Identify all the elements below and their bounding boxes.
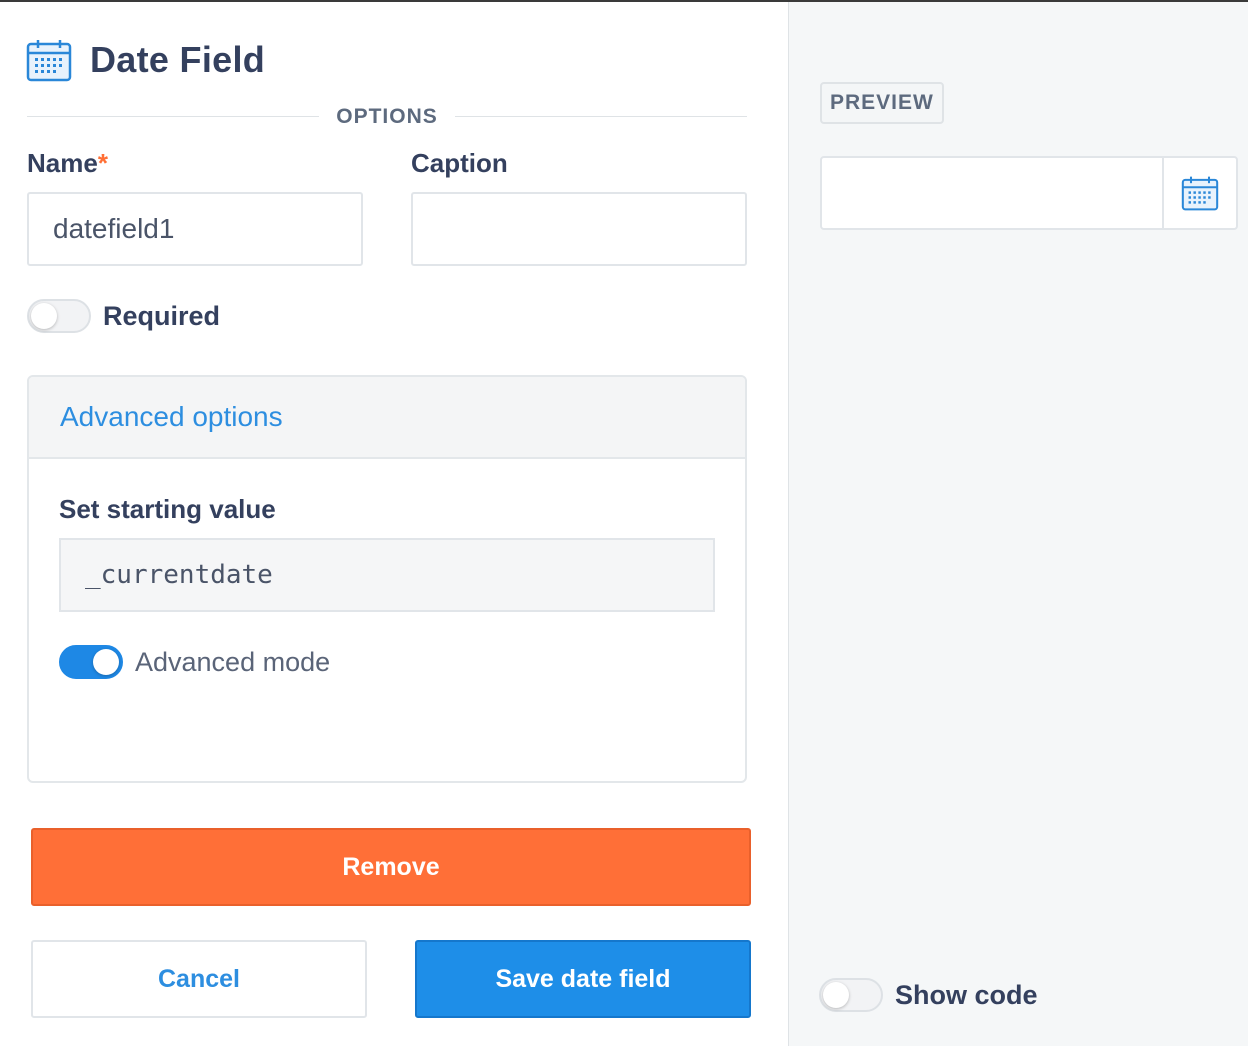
panel-header: Date Field (26, 38, 265, 82)
advanced-options-header[interactable]: Advanced options (29, 377, 745, 459)
name-label-text: Name (27, 148, 98, 178)
toggle-knob (823, 982, 849, 1008)
starting-value-label: Set starting value (59, 494, 276, 524)
preview-badge: PREVIEW (820, 82, 944, 124)
calendar-icon (26, 40, 72, 82)
name-input[interactable]: datefield1 (27, 192, 363, 266)
advanced-mode-toggle[interactable] (59, 645, 123, 679)
required-toggle-label: Required (103, 301, 221, 331)
calendar-icon (1181, 176, 1219, 211)
advanced-mode-label: Advanced mode (135, 647, 331, 677)
options-divider: OPTIONS (27, 104, 747, 130)
preview-date-input[interactable] (820, 156, 1238, 230)
divider-line-right (455, 116, 747, 117)
options-divider-label: OPTIONS (336, 105, 438, 128)
caption-label: Caption (411, 148, 508, 178)
starting-value-input[interactable]: _currentdate (59, 538, 715, 612)
caption-input[interactable] (411, 192, 747, 266)
divider-line-left (27, 116, 319, 117)
preview-panel: PREVIEW Show code (788, 2, 1248, 1046)
date-picker-button[interactable] (1162, 158, 1236, 228)
required-toggle[interactable] (27, 299, 91, 333)
required-asterisk: * (97, 148, 108, 178)
cancel-button[interactable]: Cancel (31, 940, 367, 1018)
show-code-toggle[interactable] (819, 978, 883, 1012)
name-label: Name* (27, 148, 108, 179)
toggle-knob (31, 303, 57, 329)
page-title: Date Field (90, 39, 266, 80)
save-date-field-button[interactable]: Save date field (415, 940, 751, 1018)
remove-button[interactable]: Remove (31, 828, 751, 906)
toggle-knob (93, 649, 119, 675)
show-code-label: Show code (895, 980, 1038, 1010)
